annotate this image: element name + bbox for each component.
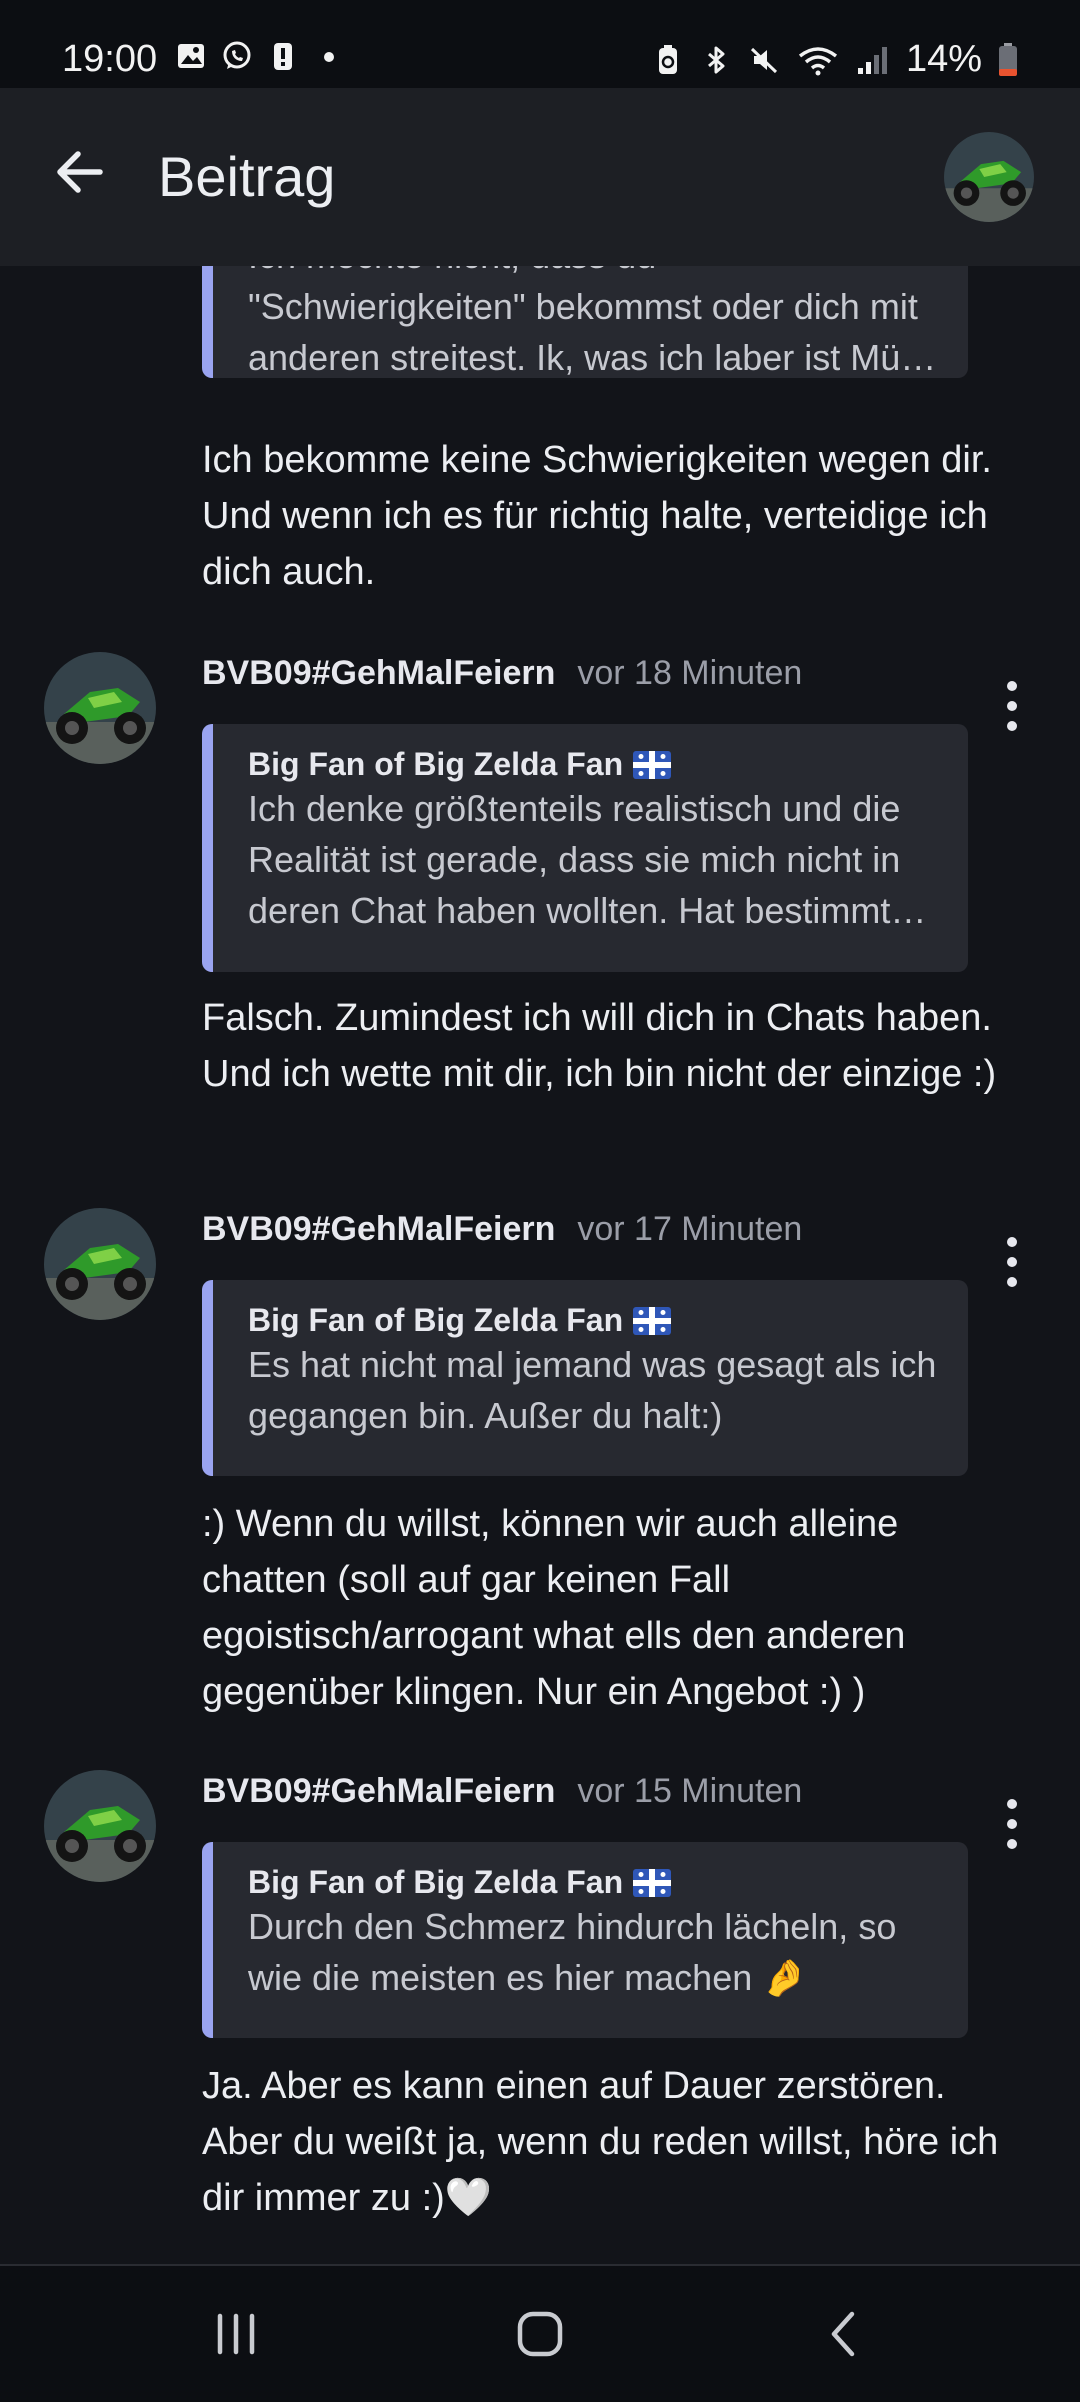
back-icon[interactable] — [812, 2302, 876, 2366]
more-options-icon[interactable] — [990, 1232, 1034, 1292]
battery-saver-icon — [658, 44, 677, 74]
quote-author: Big Fan of Big Zelda Fan — [248, 1864, 938, 1901]
post-text: :) Wenn du willst, können wir auch allei… — [202, 1503, 906, 1713]
mute-icon — [750, 47, 777, 73]
author-avatar[interactable] — [44, 1208, 156, 1320]
system-nav-bar — [0, 2264, 1080, 2402]
quote-block[interactable]: Big Fan of Big Zelda Fan Durch den Schme… — [202, 1842, 968, 2038]
status-notification-icons — [175, 40, 345, 72]
home-icon[interactable] — [508, 2302, 572, 2366]
post-feed[interactable]: Ich möchte nicht, dass du "Schwierigkeit… — [0, 266, 1080, 2264]
post-timestamp: vor 18 Minuten — [577, 654, 803, 692]
motorcycle-avatar-image — [944, 132, 1034, 222]
status-bar: 19:00 14% — [0, 0, 1080, 88]
quote-author-name: Big Fan of Big Zelda Fan — [248, 746, 624, 782]
author-avatar[interactable] — [44, 652, 156, 764]
post-author[interactable]: BVB09#GehMalFeiern — [202, 1772, 555, 1811]
app-bar: Beitrag — [0, 88, 1080, 266]
more-options-icon[interactable] — [990, 676, 1034, 736]
quote-text: Ich denke größtenteils realistisch und d… — [248, 788, 927, 931]
post-text: Ja. Aber es kann einen auf Dauer zerstör… — [202, 2065, 999, 2219]
more-options-icon[interactable] — [990, 1794, 1034, 1854]
battery-percentage: 14% — [905, 38, 982, 80]
author-avatar[interactable] — [44, 1770, 156, 1882]
user-avatar[interactable] — [944, 132, 1034, 222]
motorcycle-avatar-image — [44, 1208, 156, 1320]
status-time: 19:00 — [62, 38, 158, 80]
arrow-left-icon[interactable] — [48, 140, 112, 204]
dot-icon — [324, 52, 334, 62]
bluetooth-icon — [707, 46, 725, 73]
quote-block[interactable]: Ich möchte nicht, dass du "Schwierigkeit… — [202, 266, 968, 378]
image-icon — [178, 44, 204, 68]
post-header: BVB09#GehMalFeiern vor 18 Minuten — [202, 654, 802, 693]
post-text: Falsch. Zumindest ich will dich in Chats… — [202, 997, 997, 1095]
battery-icon — [999, 42, 1017, 76]
motorcycle-avatar-image — [44, 652, 156, 764]
post-header: BVB09#GehMalFeiern vor 15 Minuten — [202, 1772, 802, 1811]
whatsapp-icon — [223, 41, 251, 69]
quote-text: Ich möchte nicht, dass du "Schwierigkeit… — [248, 266, 937, 378]
post-header: BVB09#GehMalFeiern vor 17 Minuten — [202, 1210, 802, 1249]
signal-icon — [857, 46, 887, 74]
post-author[interactable]: BVB09#GehMalFeiern — [202, 1210, 555, 1249]
quote-block[interactable]: Big Fan of Big Zelda Fan Es hat nicht ma… — [202, 1280, 968, 1476]
post-text: Ich bekomme keine Schwierigkeiten wegen … — [202, 439, 992, 593]
status-right: 14% — [652, 38, 1018, 81]
quote-text: Es hat nicht mal jemand was gesagt als i… — [248, 1344, 937, 1436]
quebec-flag-icon — [633, 1868, 672, 1897]
quote-text: Durch den Schmerz hindurch lächeln, so w… — [248, 1906, 897, 1998]
page-title: Beitrag — [158, 145, 336, 208]
quote-block[interactable]: Big Fan of Big Zelda Fan Ich denke größt… — [202, 724, 968, 972]
recent-apps-icon[interactable] — [204, 2302, 268, 2366]
post-timestamp: vor 17 Minuten — [577, 1210, 803, 1248]
quebec-flag-icon — [633, 1306, 672, 1335]
quote-author: Big Fan of Big Zelda Fan — [248, 1302, 938, 1339]
quebec-flag-icon — [633, 750, 672, 779]
wifi-icon — [798, 46, 838, 75]
post-timestamp: vor 15 Minuten — [577, 1772, 803, 1810]
quote-author: Big Fan of Big Zelda Fan — [248, 746, 938, 783]
post-author[interactable]: BVB09#GehMalFeiern — [202, 654, 555, 693]
quote-author-name: Big Fan of Big Zelda Fan — [248, 1302, 624, 1338]
motorcycle-avatar-image — [44, 1770, 156, 1882]
alert-icon — [274, 43, 292, 70]
quote-author-name: Big Fan of Big Zelda Fan — [248, 1864, 624, 1900]
